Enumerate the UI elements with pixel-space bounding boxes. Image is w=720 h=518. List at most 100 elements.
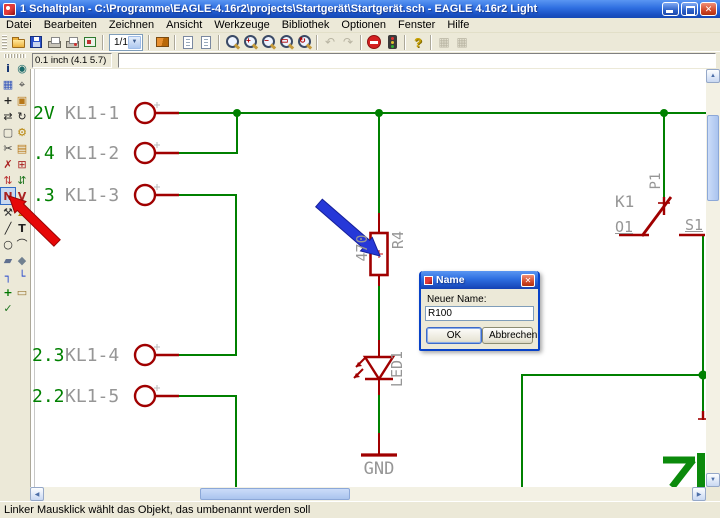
- display-icon[interactable]: ▦: [1, 76, 15, 92]
- menu-werkzeuge[interactable]: Werkzeuge: [208, 18, 275, 33]
- undo-button[interactable]: ↶: [321, 34, 339, 51]
- menu-ansicht[interactable]: Ansicht: [160, 18, 208, 33]
- text-icon[interactable]: T: [15, 220, 29, 236]
- gnd-label[interactable]: GND: [358, 459, 400, 479]
- add-icon[interactable]: ⊞: [15, 156, 29, 172]
- horizontal-scroll-thumb[interactable]: [200, 488, 350, 500]
- menu-bibliothek[interactable]: Bibliothek: [276, 18, 336, 33]
- open-button[interactable]: [9, 34, 27, 51]
- title-bar[interactable]: 1 Schaltplan - C:\Programme\EAGLE-4.16r2…: [0, 0, 720, 18]
- menu-optionen[interactable]: Optionen: [335, 18, 392, 33]
- mirror-icon[interactable]: ⇄: [1, 108, 15, 124]
- value-label-470[interactable]: 470: [353, 233, 371, 263]
- zoom-in-button[interactable]: +: [241, 34, 259, 51]
- run-button[interactable]: [197, 34, 215, 51]
- mark-icon[interactable]: ⌖: [15, 76, 29, 92]
- scroll-right-button[interactable]: ▶: [692, 487, 706, 501]
- print-button[interactable]: [45, 34, 63, 51]
- rect-icon[interactable]: ▰: [1, 252, 15, 268]
- horizontal-scrollbar[interactable]: ◀ ▶: [30, 487, 706, 501]
- net-label-12v[interactable]: 2V: [33, 103, 55, 124]
- part-label-led1[interactable]: LED1: [388, 349, 406, 389]
- menu-datei[interactable]: Datei: [0, 18, 38, 33]
- wire-icon[interactable]: ╱: [1, 220, 15, 236]
- part-label-kl1-4[interactable]: KL1-4: [65, 345, 119, 366]
- paste-icon[interactable]: ▤: [15, 140, 29, 156]
- scroll-up-button[interactable]: ▲: [706, 69, 720, 83]
- part-label-kl1-1[interactable]: KL1-1: [65, 103, 119, 124]
- redo-button[interactable]: ↷: [339, 34, 357, 51]
- net-label-2-3[interactable]: 2.3: [32, 345, 65, 366]
- board-button[interactable]: [81, 34, 99, 51]
- cancel-button[interactable]: Abbrechen: [482, 327, 533, 344]
- schematic-canvas[interactable]: 2V .4 .3 2.3 2.2 KL1-1 KL1-2 KL1-3 KL1-4…: [30, 69, 706, 487]
- zoom-select-button[interactable]: ▭: [277, 34, 295, 51]
- scroll-down-button[interactable]: ▼: [706, 473, 720, 487]
- net-label-x2-4[interactable]: .4: [33, 143, 55, 164]
- net-icon[interactable]: └: [15, 268, 29, 284]
- smash-icon[interactable]: ⚒: [1, 204, 15, 220]
- vertical-scrollbar[interactable]: ▲ ▼: [706, 69, 720, 487]
- menu-hilfe[interactable]: Hilfe: [441, 18, 475, 33]
- part-label-kl1-5[interactable]: KL1-5: [65, 386, 119, 407]
- info-icon[interactable]: i: [1, 60, 15, 76]
- part-label-kl1-2[interactable]: KL1-2: [65, 143, 119, 164]
- grid-button[interactable]: ▦: [435, 34, 453, 51]
- pin-label-p1[interactable]: P1: [648, 167, 664, 195]
- zoom-fit-button[interactable]: [223, 34, 241, 51]
- dialog-title-bar[interactable]: Name ✕: [421, 271, 538, 289]
- junction-icon[interactable]: +: [1, 284, 15, 300]
- polygon-icon[interactable]: ◆: [15, 252, 29, 268]
- ok-button[interactable]: OK: [426, 327, 482, 344]
- net-label-2-2[interactable]: 2.2: [32, 386, 65, 407]
- kl1-connector-pins[interactable]: [135, 103, 179, 406]
- menu-fenster[interactable]: Fenster: [392, 18, 441, 33]
- menu-bearbeiten[interactable]: Bearbeiten: [38, 18, 103, 33]
- zoom-redraw-button[interactable]: ↻: [295, 34, 313, 51]
- grid-dots-button[interactable]: ▦: [453, 34, 471, 51]
- group-icon[interactable]: ▢: [1, 124, 15, 140]
- circle-icon[interactable]: ○: [1, 236, 15, 252]
- arc-icon[interactable]: ⌒: [15, 236, 29, 252]
- script-button[interactable]: [179, 34, 197, 51]
- stop-button[interactable]: [365, 34, 383, 51]
- command-line-input[interactable]: [118, 53, 716, 68]
- menu-zeichnen[interactable]: Zeichnen: [103, 18, 160, 33]
- rotate-icon[interactable]: ↻: [15, 108, 29, 124]
- help-button[interactable]: ?: [409, 34, 427, 51]
- close-button[interactable]: ✕: [700, 2, 717, 16]
- use-library-button[interactable]: [153, 34, 171, 51]
- go-button[interactable]: [383, 34, 401, 51]
- chevron-down-icon[interactable]: ▼: [128, 36, 141, 49]
- restore-button[interactable]: [681, 2, 698, 16]
- part-label-r4[interactable]: R4: [389, 225, 407, 255]
- label-icon[interactable]: ▭: [15, 284, 29, 300]
- pin-label-o1[interactable]: O1: [615, 218, 633, 236]
- cam-processor-button[interactable]: [63, 34, 81, 51]
- value-icon[interactable]: V: [15, 188, 29, 204]
- part-label-s1[interactable]: S1: [685, 216, 703, 234]
- minimize-button[interactable]: [662, 2, 679, 16]
- move-icon[interactable]: +: [1, 92, 15, 108]
- new-name-input[interactable]: [425, 306, 534, 321]
- part-label-kl1-3[interactable]: KL1-3: [65, 185, 119, 206]
- dialog-close-icon[interactable]: ✕: [521, 274, 535, 287]
- vertical-scroll-thumb[interactable]: [707, 115, 719, 201]
- save-button[interactable]: [27, 34, 45, 51]
- copy-icon[interactable]: ▣: [15, 92, 29, 108]
- delete-icon[interactable]: ✗: [1, 156, 15, 172]
- change-icon[interactable]: ⚙: [15, 124, 29, 140]
- bus-icon[interactable]: ┐: [1, 268, 15, 284]
- cut-icon[interactable]: ✂: [1, 140, 15, 156]
- zoom-out-button[interactable]: −: [259, 34, 277, 51]
- erc-icon[interactable]: ✓: [1, 300, 15, 316]
- miter-icon[interactable]: ∠: [15, 204, 29, 220]
- scroll-left-button[interactable]: ◀: [30, 487, 44, 501]
- sheet-selector[interactable]: 1/1 ▼: [109, 34, 143, 51]
- part-label-k1[interactable]: K1: [615, 192, 634, 211]
- show-icon[interactable]: ◉: [15, 60, 29, 76]
- gnd-symbol[interactable]: [361, 433, 397, 455]
- gateswap-icon[interactable]: ⇵: [15, 172, 29, 188]
- name-icon[interactable]: N: [1, 188, 15, 204]
- pinswap-icon[interactable]: ⇅: [1, 172, 15, 188]
